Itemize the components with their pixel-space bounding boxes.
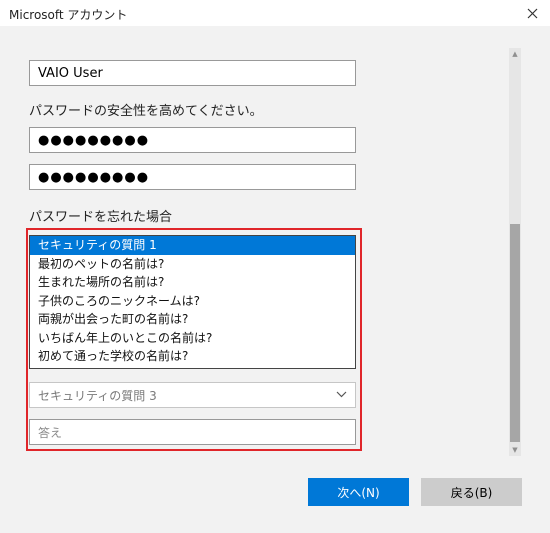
security-option[interactable]: 両親が出会った町の名前は? xyxy=(30,310,355,329)
answer-placeholder: 答え xyxy=(38,425,63,440)
security-option[interactable]: 最初のペットの名前は? xyxy=(30,255,355,274)
security-option[interactable]: 初めて通った学校の名前は? xyxy=(30,347,355,366)
security-option[interactable]: いちばん年上のいとこの名前は? xyxy=(30,329,355,348)
scroll-up-arrow-icon[interactable]: ▲ xyxy=(509,48,521,60)
security-question-dropdown-list[interactable]: セキュリティの質問 1 最初のペットの名前は? 生まれた場所の名前は? 子供のこ… xyxy=(29,235,356,369)
password-value: ●●●●●●●●● xyxy=(38,132,150,148)
scrollbar-thumb[interactable] xyxy=(510,224,520,442)
username-field[interactable]: VAIO User xyxy=(29,60,356,86)
security-question-3-select[interactable]: セキュリティの質問 3 xyxy=(29,382,356,408)
security-option[interactable]: 生まれた場所の名前は? xyxy=(30,273,355,292)
close-icon xyxy=(527,8,537,18)
security-question-3-value: セキュリティの質問 3 xyxy=(38,388,157,403)
scroll-down-arrow-icon[interactable]: ▼ xyxy=(509,444,521,456)
back-button[interactable]: 戻る(B) xyxy=(421,478,522,506)
next-button-label: 次へ(N) xyxy=(337,485,380,500)
password-prompt: パスワードの安全性を高めてください。 xyxy=(29,104,263,119)
window-title: Microsoft アカウント xyxy=(9,8,128,22)
answer-input[interactable]: 答え xyxy=(29,419,356,445)
vertical-scrollbar[interactable]: ▲ ▼ xyxy=(509,48,521,456)
username-value: VAIO User xyxy=(38,65,103,81)
dialog-content: VAIO User パスワードの安全性を高めてください。 ●●●●●●●●● ●… xyxy=(0,26,550,533)
next-button[interactable]: 次へ(N) xyxy=(308,478,409,506)
password-confirm-value: ●●●●●●●●● xyxy=(38,169,150,185)
password-confirm-field[interactable]: ●●●●●●●●● xyxy=(29,164,356,190)
security-option[interactable]: 子供のころのニックネームは? xyxy=(30,292,355,311)
title-bar: Microsoft アカウント xyxy=(0,0,550,26)
chevron-down-icon xyxy=(336,391,347,398)
security-option[interactable]: セキュリティの質問 1 xyxy=(30,236,355,255)
forgot-password-label: パスワードを忘れた場合 xyxy=(29,210,173,225)
close-button[interactable] xyxy=(514,0,550,26)
password-field[interactable]: ●●●●●●●●● xyxy=(29,127,356,153)
back-button-label: 戻る(B) xyxy=(450,485,493,500)
